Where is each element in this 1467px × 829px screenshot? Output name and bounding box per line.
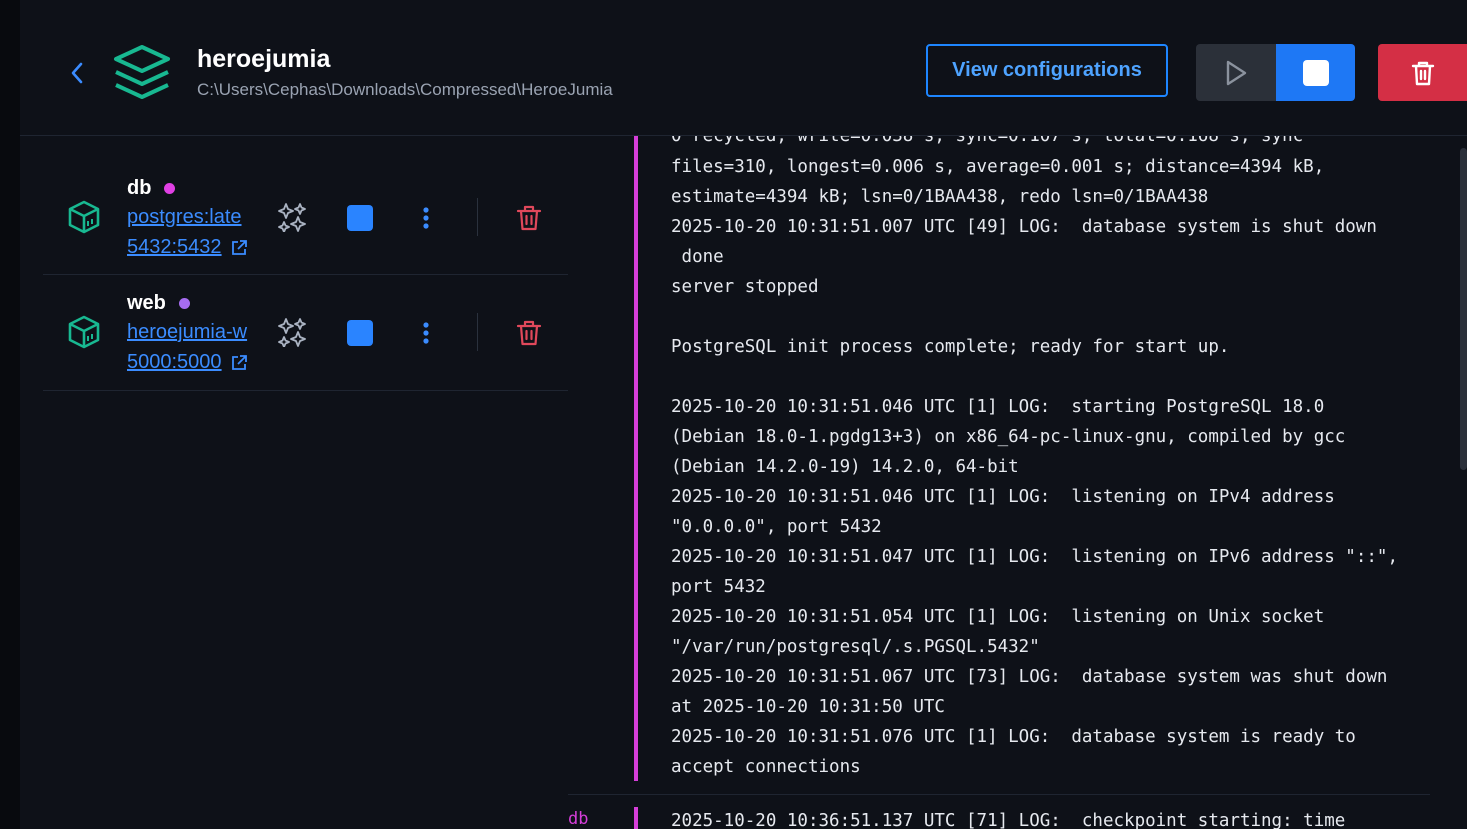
app-path: C:\Users\Cephas\Downloads\Compressed\Her… [197,80,613,99]
view-configurations-button[interactable]: View configurations [926,44,1168,97]
port-label: 5432:5432 [127,236,222,258]
port-label: 5000:5000 [127,351,222,373]
container-icon [68,315,100,349]
log-line: estimate=4394 kB; lsn=0/1BAA438, redo ls… [671,187,1209,207]
stop-button[interactable] [1276,44,1355,101]
log-divider [568,794,1430,795]
divider [477,198,478,236]
left-rail [0,0,20,829]
log-line: done [671,247,724,267]
back-button[interactable] [62,56,92,90]
log-line: port 5432 [671,577,766,597]
status-dot [179,298,190,309]
service-port-link[interactable]: 5000:5000 [127,351,248,374]
sparkle-icon[interactable] [278,202,308,232]
log-line: "/var/run/postgresql/.s.PGSQL.5432" [671,637,1040,657]
compose-stack-icon [114,45,170,99]
external-link-icon [231,239,247,255]
service-name: db [127,177,152,199]
sparkle-icon[interactable] [278,317,308,347]
service-row-web[interactable]: web heroejumia-w 5000:5000 [43,275,568,391]
service-port-link[interactable]: 5432:5432 [127,236,248,259]
log-line: server stopped [671,277,819,297]
log-line: 2025-10-20 10:31:51.007 UTC [49] LOG: da… [671,217,1377,237]
service-name: web [127,292,166,314]
log-line: 2025-10-20 10:31:51.046 UTC [1] LOG: lis… [671,487,1335,507]
play-icon [1226,60,1247,85]
log-service-bar [634,807,638,829]
more-options-icon[interactable] [416,319,436,349]
external-link-icon [231,354,247,370]
log-scrollbar[interactable] [1460,148,1467,470]
log-service-bar [634,136,638,781]
services-list: db postgres:late 5432:5432 web heroejumi… [43,160,568,391]
log-output: files=310, longest=0.006 s, average=0.00… [671,152,1398,782]
log-line: 2025-10-20 10:31:51.067 UTC [73] LOG: da… [671,667,1388,687]
log-line: (Debian 18.0-1.pgdg13+3) on x86_64-pc-li… [671,427,1346,447]
log-line: accept connections [671,757,861,777]
app-title: heroejumia [197,45,331,73]
trash-icon[interactable] [515,319,543,347]
divider [477,313,478,351]
log-line: 2025-10-20 10:31:51.054 UTC [1] LOG: lis… [671,607,1325,627]
service-stop-button[interactable] [347,205,373,231]
chevron-left-icon [71,62,83,84]
stop-icon [1302,59,1329,86]
log-line: 2025-10-20 10:31:51.047 UTC [1] LOG: lis… [671,547,1398,567]
log-line: 2025-10-20 10:31:51.046 UTC [1] LOG: sta… [671,397,1325,417]
log-line: (Debian 14.2.0-19) 14.2.0, 64-bit [671,457,1019,477]
container-icon [68,200,100,234]
service-row-db[interactable]: db postgres:late 5432:5432 [43,160,568,275]
delete-button[interactable] [1378,44,1467,101]
log-service-label: db [568,809,589,829]
log-line: at 2025-10-20 10:31:50 UTC [671,697,945,717]
trash-icon [1411,61,1434,85]
trash-icon[interactable] [515,204,543,232]
status-dot [164,183,175,194]
start-button[interactable] [1196,44,1276,101]
service-image-link[interactable]: postgres:late [127,206,257,229]
log-line: "0.0.0.0", port 5432 [671,517,882,537]
service-stop-button[interactable] [347,320,373,346]
log-line: files=310, longest=0.006 s, average=0.00… [671,157,1325,177]
service-image-link[interactable]: heroejumia-w [127,321,257,344]
log-next-entry: 2025-10-20 10:36:51.137 UTC [71] LOG: ch… [671,811,1346,829]
log-line: 2025-10-20 10:31:51.076 UTC [1] LOG: dat… [671,727,1356,747]
log-line: PostgreSQL init process complete; ready … [671,337,1230,357]
more-options-icon[interactable] [416,204,436,234]
log-panel[interactable]: 0 recycled; write=0.038 s, sync=0.107 s,… [568,136,1467,829]
log-partial-line: 0 recycled; write=0.038 s, sync=0.107 s,… [671,136,1304,146]
